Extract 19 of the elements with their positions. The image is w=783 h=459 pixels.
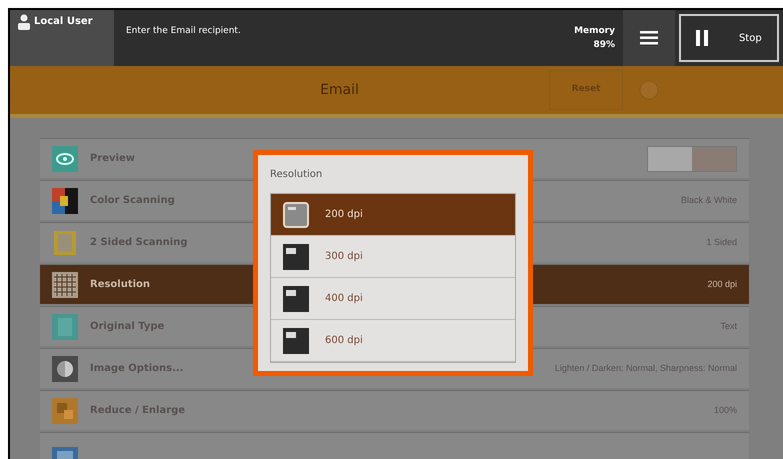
feature-label: Original Type bbox=[90, 320, 166, 334]
feature-value: Black & White bbox=[680, 194, 737, 207]
screen-title: Email bbox=[320, 80, 359, 100]
feature-label: Color Scanning bbox=[90, 194, 176, 208]
feature-value: 100% bbox=[714, 404, 737, 417]
feature-label: 2 Sided Scanning bbox=[90, 236, 188, 250]
feature-label: Reduce / Enlarge bbox=[90, 404, 186, 418]
feature-label: Resolution bbox=[90, 278, 152, 292]
user-name: Local User bbox=[34, 15, 93, 29]
memory-value: 89% bbox=[593, 39, 615, 52]
feature-label: Image Options... bbox=[90, 362, 185, 376]
status-message: Enter the Email recipient. bbox=[126, 25, 241, 38]
memory-label: Memory bbox=[574, 25, 615, 38]
feature-value: 1 Sided bbox=[706, 236, 737, 249]
popup-title: Resolution bbox=[270, 168, 322, 182]
feature-value: Text bbox=[720, 320, 737, 333]
feature-value: 200 dpi bbox=[707, 278, 737, 291]
feature-value: Lighten / Darken: Normal, Sharpness: Normal bbox=[554, 362, 737, 375]
feature-label: Preview bbox=[90, 152, 136, 166]
